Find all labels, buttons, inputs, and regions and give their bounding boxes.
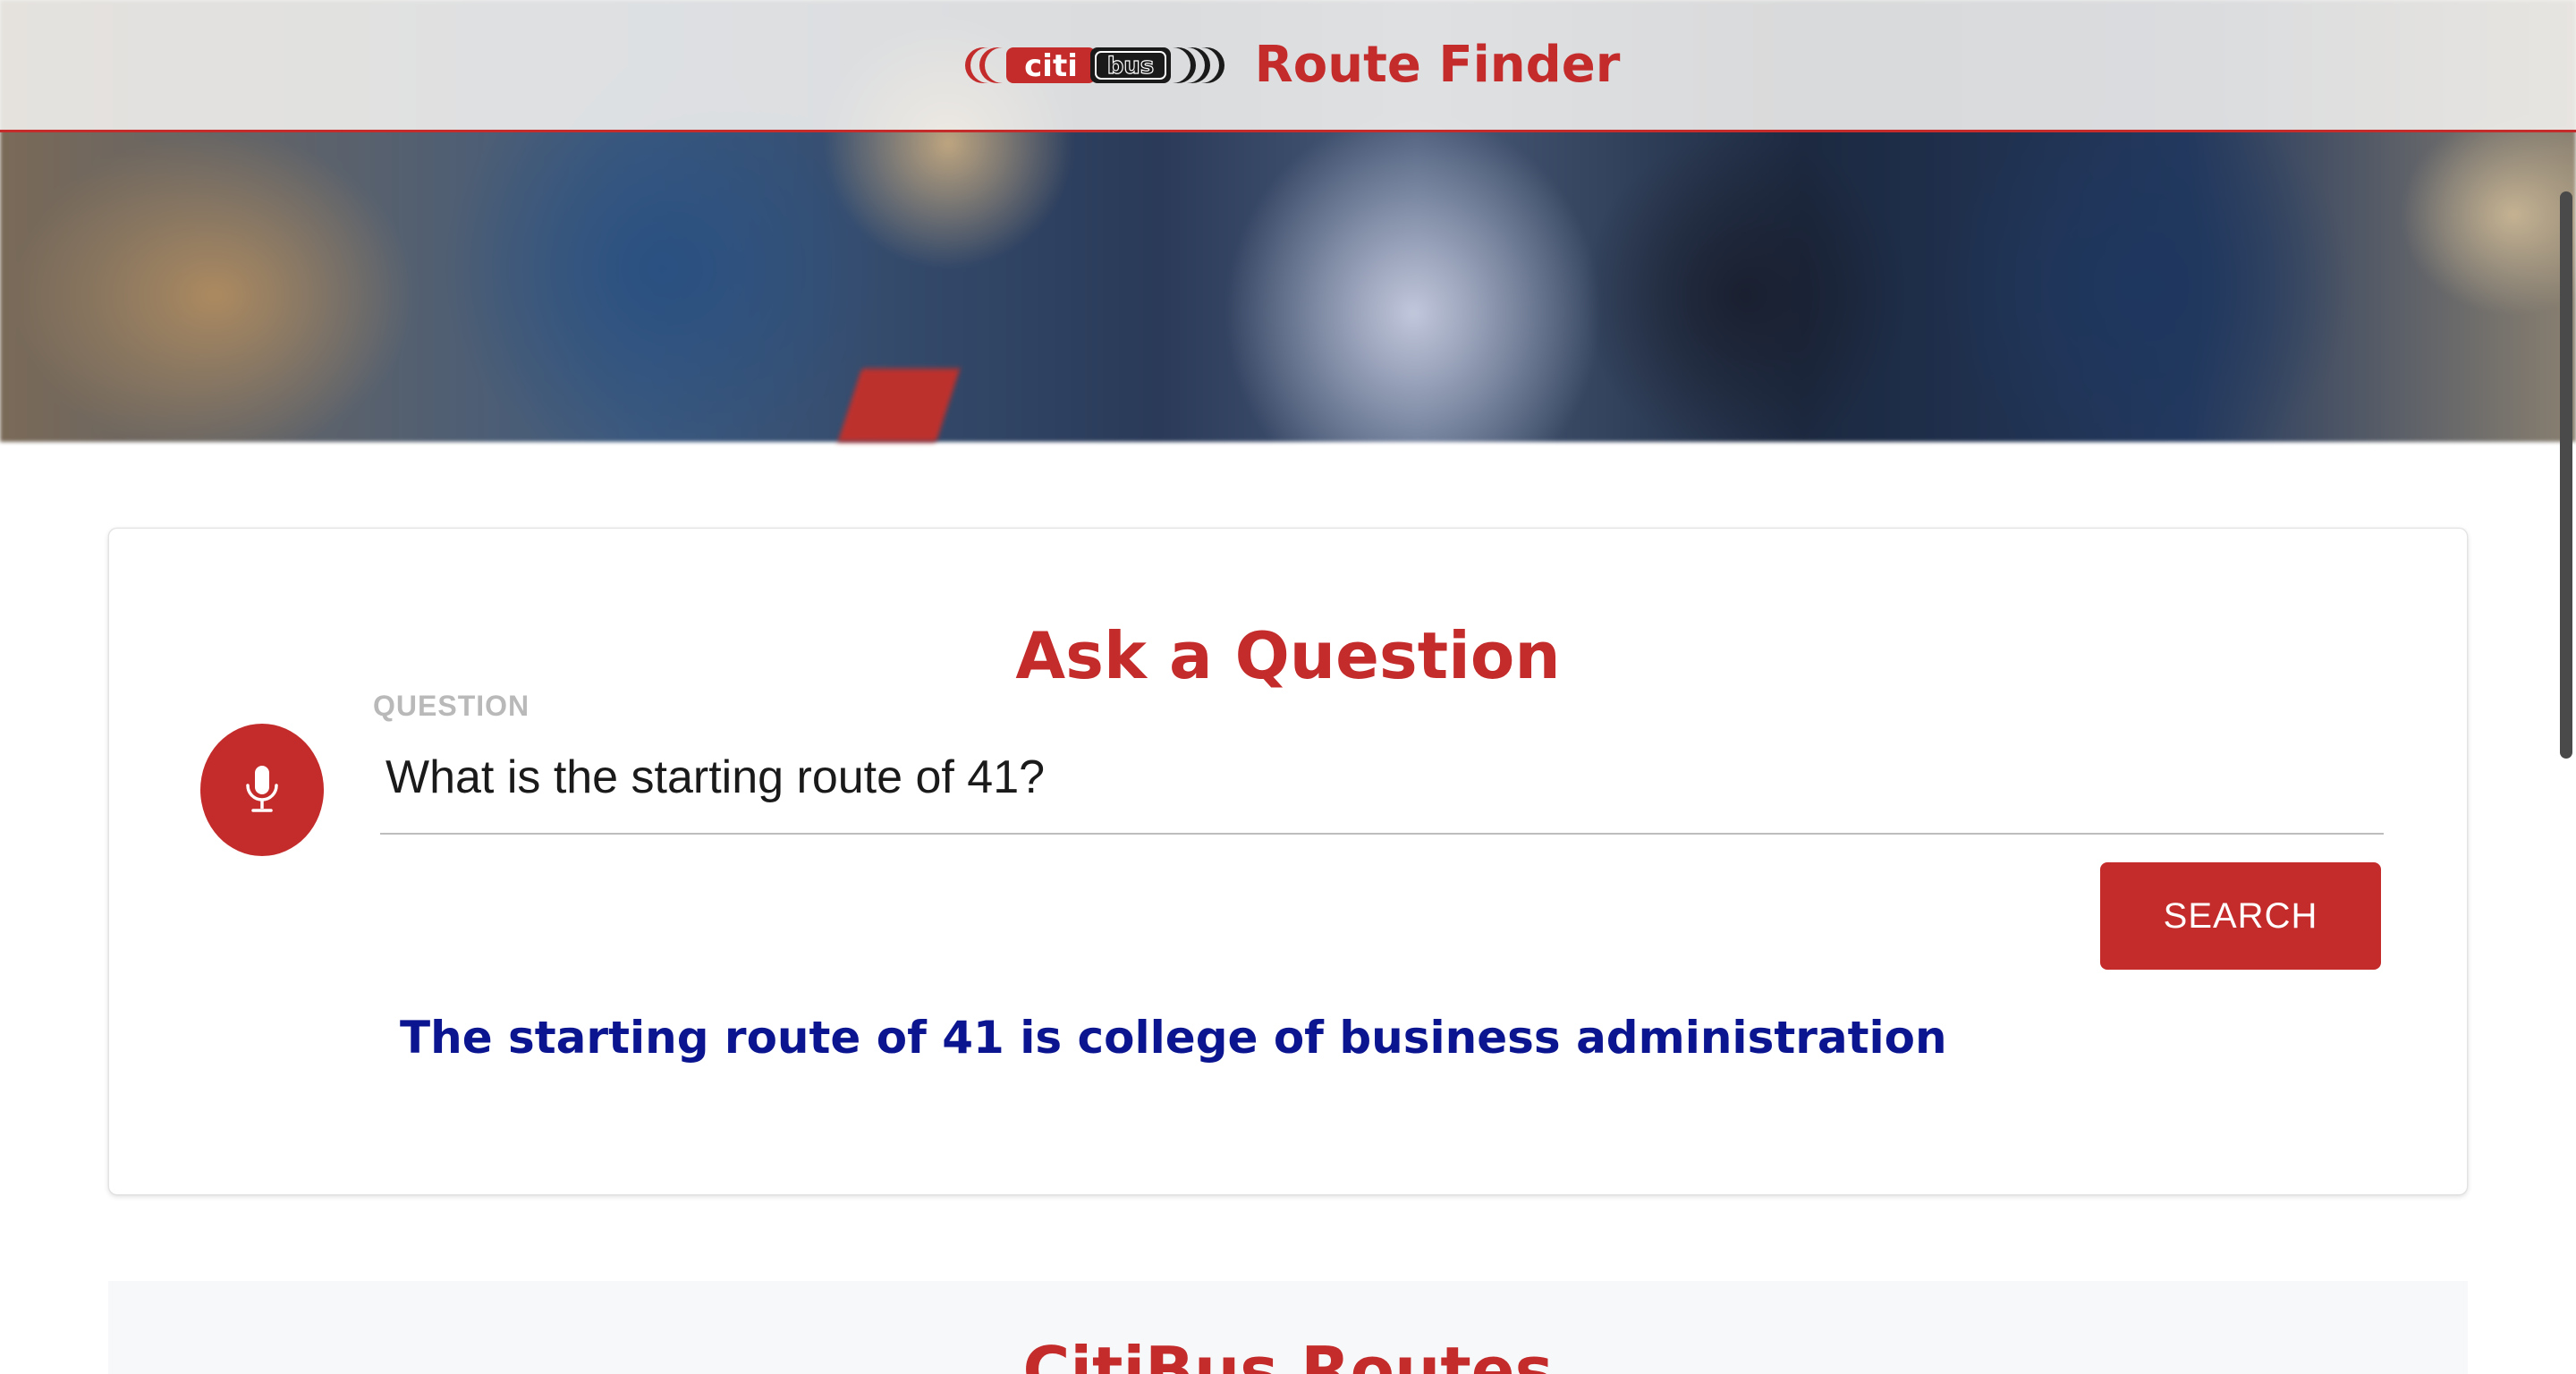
page-scrollbar[interactable] <box>2560 191 2572 759</box>
voice-input-button[interactable] <box>200 724 324 856</box>
search-button[interactable]: SEARCH <box>2100 862 2381 970</box>
question-input[interactable] <box>380 727 2384 835</box>
routes-heading: CitiBus Routes <box>1022 1333 1554 1374</box>
page-title: Route Finder <box>1254 36 1621 94</box>
answer-text: The starting route of 41 is college of b… <box>400 1012 1947 1064</box>
top-header: citi bus Route Finder <box>0 0 2576 132</box>
svg-text:bus: bus <box>1106 53 1154 80</box>
microphone-icon <box>246 766 278 812</box>
brand: citi bus Route Finder <box>956 36 1621 94</box>
question-card: Ask a Question QUESTION SEARCH The start… <box>108 528 2468 1195</box>
card-heading: Ask a Question <box>1015 618 1561 693</box>
routes-section: CitiBus Routes <box>108 1281 2468 1374</box>
question-field-label: QUESTION <box>373 690 530 722</box>
citibus-logo[interactable]: citi bus <box>956 44 1224 87</box>
svg-text:citi: citi <box>1024 48 1078 84</box>
